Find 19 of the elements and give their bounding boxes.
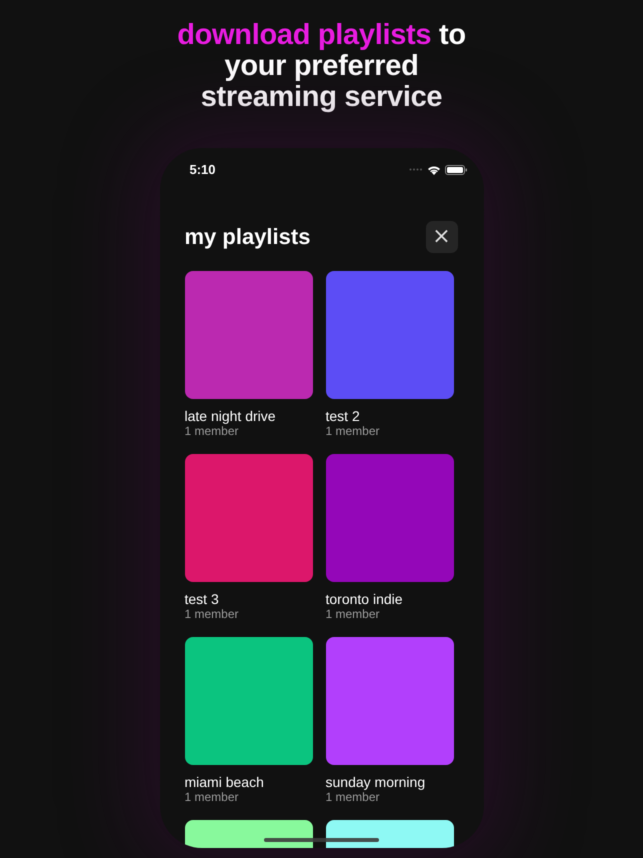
member-count: 1 member — [326, 790, 381, 804]
member-count: 1 member — [326, 424, 381, 438]
wifi-icon — [426, 164, 440, 174]
member-count: 1 member — [184, 424, 240, 438]
playlist-name: late night drive — [184, 408, 277, 424]
member-count: 1 member — [184, 607, 240, 621]
status-time: 5:10 — [190, 162, 216, 177]
playlist-name: toronto indie — [326, 591, 404, 607]
playlist-name: sunday morning — [326, 774, 426, 790]
close-button[interactable]: × — [426, 221, 458, 253]
headline: download playlists to your preferred streaming service — [176, 20, 467, 113]
member-count: 1 member — [326, 607, 381, 621]
playlist-name: test 3 — [184, 591, 220, 607]
signal-icon — [408, 168, 422, 171]
playlist-name: test 2 — [326, 408, 361, 424]
battery-icon — [444, 164, 466, 174]
screen-title: my playlists — [184, 224, 310, 250]
playlist-name: miami beach — [184, 774, 265, 790]
member-count: 1 member — [184, 790, 240, 804]
